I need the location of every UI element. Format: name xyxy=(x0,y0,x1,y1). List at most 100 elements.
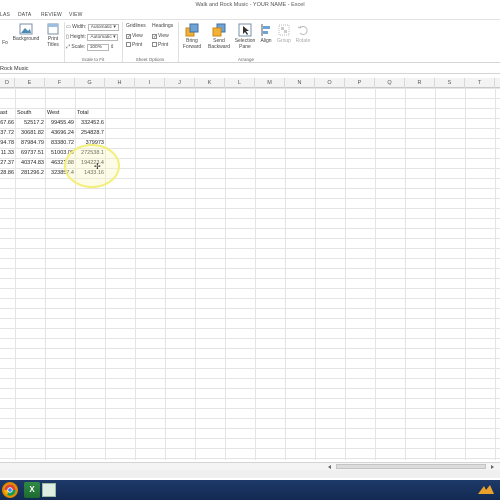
bring-forward-icon xyxy=(185,23,199,37)
column-header[interactable]: T xyxy=(465,78,495,88)
selection-pane-label: Selection Pane xyxy=(234,38,256,50)
tray-icon[interactable] xyxy=(476,484,496,496)
chrome-icon[interactable] xyxy=(4,484,16,496)
gridlines-view-checkbox[interactable]: ✓View xyxy=(126,33,143,40)
rotate-button[interactable]: Rotate xyxy=(293,23,313,44)
table-cell[interactable]: 27.37 xyxy=(0,158,14,168)
cell-header[interactable]: West xyxy=(47,108,75,118)
cursor-highlight-ring xyxy=(64,144,120,188)
align-button[interactable]: Align xyxy=(257,23,275,44)
tab-formulas[interactable]: LAS xyxy=(0,12,10,18)
height-value: Automatic xyxy=(90,35,112,40)
tab-view[interactable]: VIEW xyxy=(69,12,83,18)
column-header[interactable]: H xyxy=(105,78,135,88)
selection-pane-icon xyxy=(238,23,252,37)
group-separator xyxy=(64,22,65,62)
align-label: Align xyxy=(260,38,272,44)
table-cell[interactable]: 52517.2 xyxy=(15,118,44,128)
bring-forward-label: Bring Forward xyxy=(182,38,202,50)
headings-print-label: Print xyxy=(158,42,169,48)
background-icon xyxy=(19,23,33,35)
column-header[interactable]: S xyxy=(435,78,465,88)
scale-control[interactable]: ⤢ Scale: 100% ⇕ xyxy=(66,44,114,51)
table-cell[interactable]: 43696.24 xyxy=(45,128,74,138)
group-button[interactable]: Group xyxy=(275,23,293,44)
horizontal-scrollbar[interactable] xyxy=(0,462,500,470)
column-header[interactable]: N xyxy=(285,78,315,88)
tab-review[interactable]: REVIEW xyxy=(41,12,62,18)
column-headers: D E F G H I J K L M N O P Q R S T xyxy=(0,78,500,88)
table-cell[interactable]: 94.78 xyxy=(0,138,14,148)
cell-select-cursor-icon: ✢ xyxy=(94,162,101,171)
send-backward-label: Send Backward xyxy=(208,38,230,50)
width-control[interactable]: ▭ Width: Automatic ▾ xyxy=(66,24,119,31)
print-titles-label: Print Titles xyxy=(47,36,59,48)
table-cell[interactable]: 332452.6 xyxy=(75,118,104,128)
height-control[interactable]: ▯ Height: Automatic ▾ xyxy=(66,34,119,41)
headings-view-checkbox[interactable]: ✓View xyxy=(152,33,169,40)
gridlines-print-checkbox[interactable]: Print xyxy=(126,42,142,49)
column-header[interactable]: P xyxy=(345,78,375,88)
table-cell[interactable]: 30681.82 xyxy=(15,128,44,138)
table-cell[interactable]: 87984.79 xyxy=(15,138,44,148)
arrange-group-label: Arrange xyxy=(237,57,254,62)
print-area-button[interactable]: Fo xyxy=(0,40,10,46)
tab-data[interactable]: DATA xyxy=(18,12,31,18)
selection-pane-button[interactable]: Selection Pane xyxy=(233,23,257,50)
table-cell[interactable]: 99455.49 xyxy=(45,118,74,128)
print-titles-button[interactable]: Print Titles xyxy=(42,23,64,48)
column-header[interactable]: G xyxy=(75,78,105,88)
ribbon-tabs: LAS DATA REVIEW VIEW xyxy=(0,10,500,19)
table-cell[interactable]: 40374.83 xyxy=(15,158,44,168)
column-header[interactable]: K xyxy=(195,78,225,88)
table-cell[interactable]: 11.33 xyxy=(0,148,14,158)
background-button[interactable]: Background xyxy=(11,23,41,42)
table-cell[interactable]: 37.72 xyxy=(0,128,14,138)
column-header[interactable]: I xyxy=(135,78,165,88)
column-header[interactable]: O xyxy=(315,78,345,88)
group-objects-icon xyxy=(278,24,290,36)
cell-header[interactable]: South xyxy=(17,108,45,118)
column-header[interactable]: J xyxy=(165,78,195,88)
table-cell[interactable]: 69737.51 xyxy=(15,148,44,158)
scale-spinner[interactable]: 100% xyxy=(86,44,109,51)
worksheet-grid[interactable]: ast South West Total 67.66 52517.2 99455… xyxy=(0,88,500,460)
check-icon: ✓ xyxy=(126,34,132,40)
name-box[interactable]: Rock Music xyxy=(0,66,28,72)
table-cell[interactable]: 83380.72 xyxy=(45,138,74,148)
print-area-label: Fo xyxy=(2,40,8,46)
table-cell[interactable]: 281296.2 xyxy=(15,168,44,178)
send-backward-button[interactable]: Send Backward xyxy=(205,23,233,50)
column-header[interactable]: L xyxy=(225,78,255,88)
scale-to-fit-group-label: Scale to Fit xyxy=(81,57,105,62)
formula-bar[interactable]: Rock Music xyxy=(0,64,500,74)
table-cell[interactable]: 254828.7 xyxy=(75,128,104,138)
rotate-icon xyxy=(297,25,308,35)
gridlines-print-label: Print xyxy=(132,42,143,48)
excel-icon[interactable]: X xyxy=(24,482,40,498)
table-cell[interactable]: 28.86 xyxy=(0,168,14,178)
send-backward-icon xyxy=(212,23,226,37)
excel-window-button[interactable] xyxy=(42,483,56,497)
column-header[interactable]: R xyxy=(405,78,435,88)
cell-header[interactable]: Total xyxy=(77,108,105,118)
window-title: Walk and Rock Music - YOUR NAME - Excel xyxy=(195,2,305,8)
width-dropdown[interactable]: Automatic ▾ xyxy=(87,24,119,31)
column-header[interactable]: E xyxy=(15,78,45,88)
cell-header[interactable]: ast xyxy=(0,108,15,118)
scrollbar-thumb[interactable] xyxy=(336,464,486,469)
bring-forward-button[interactable]: Bring Forward xyxy=(179,23,205,50)
column-header[interactable]: Q xyxy=(375,78,405,88)
column-header[interactable]: M xyxy=(255,78,285,88)
table-cell[interactable]: 67.66 xyxy=(0,118,14,128)
column-header[interactable]: D xyxy=(0,78,15,88)
width-icon: ▭ xyxy=(66,24,71,30)
height-dropdown[interactable]: Automatic ▾ xyxy=(87,34,119,41)
status-bar xyxy=(0,470,500,478)
scale-label: Scale: xyxy=(71,44,86,50)
spinner-arrows-icon[interactable]: ⇕ xyxy=(110,44,114,50)
sheet-options-group-label: Sheet Options xyxy=(135,57,165,62)
column-header[interactable]: F xyxy=(45,78,75,88)
check-icon: ✓ xyxy=(152,34,158,40)
headings-print-checkbox[interactable]: Print xyxy=(152,42,168,49)
